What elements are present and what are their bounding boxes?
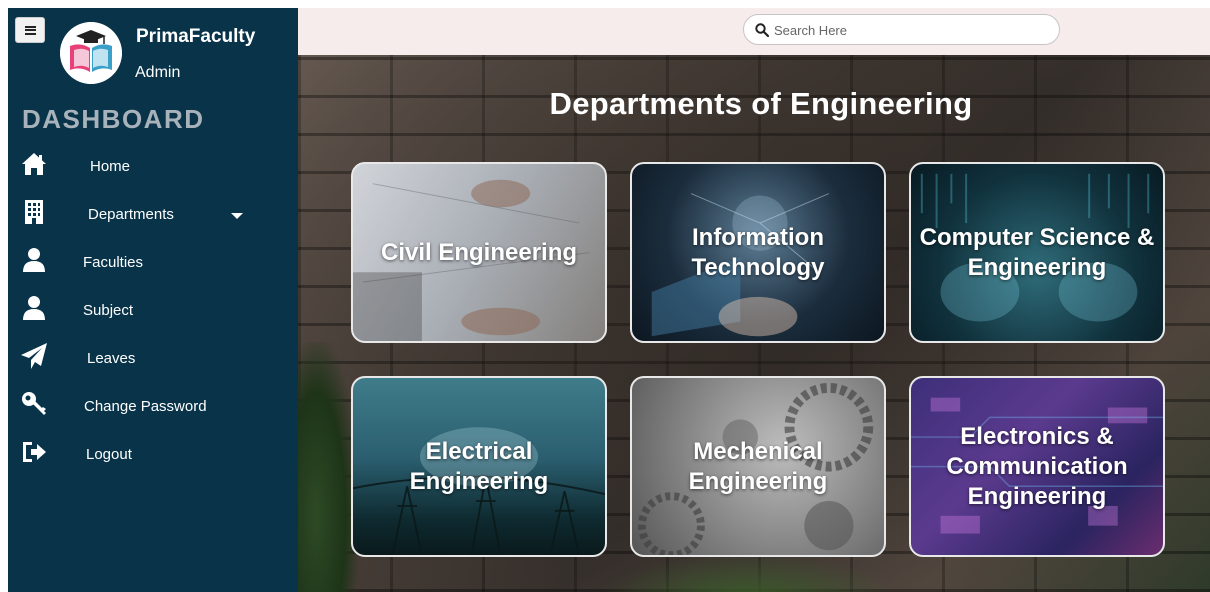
department-card-label: Electrical Engineering xyxy=(409,437,549,495)
department-card-label: Mechenical Engineering xyxy=(688,437,828,495)
sidebar-item-logout[interactable]: Logout xyxy=(8,434,298,478)
search-box[interactable] xyxy=(743,14,1060,45)
top-bar xyxy=(298,8,1210,55)
caret-down-icon xyxy=(231,213,243,219)
paper-plane-icon xyxy=(21,343,47,369)
sidebar-item-label: Departments xyxy=(88,206,174,223)
app-logo xyxy=(60,22,122,84)
sidebar-item-label: Faculties xyxy=(83,254,144,271)
department-card-electronics-communication[interactable]: Electronics & Communication Engineering xyxy=(909,376,1165,557)
department-card-civil[interactable]: Civil Engineering xyxy=(351,162,607,343)
sidebar-item-label: Home xyxy=(90,158,131,175)
department-card-label: Electronics & Communication Engineering xyxy=(946,422,1128,510)
sidebar-item-departments[interactable]: Departments xyxy=(8,194,298,238)
menu-toggle-button[interactable] xyxy=(15,17,45,43)
department-card-label: Information Technology xyxy=(691,223,825,281)
sidebar-item-subject[interactable]: Subject xyxy=(8,290,298,334)
background-foliage xyxy=(598,552,898,592)
home-icon xyxy=(22,153,46,175)
department-card-electrical[interactable]: Electrical Engineering xyxy=(351,376,607,557)
department-card-mechanical[interactable]: Mechenical Engineering xyxy=(630,376,886,557)
page-title: Departments of Engineering xyxy=(549,86,973,121)
sidebar-item-label: Subject xyxy=(83,302,134,319)
department-card-label: Computer Science & Engineering xyxy=(919,223,1155,281)
user-role: Admin xyxy=(135,64,181,81)
main-content: Departments of Engineering Civil Enginee… xyxy=(298,55,1210,592)
user-icon xyxy=(23,248,45,272)
background-foliage xyxy=(298,342,358,592)
department-card-label: Civil Engineering xyxy=(380,238,578,266)
hamburger-icon xyxy=(24,25,36,35)
sign-out-icon xyxy=(23,442,46,462)
department-card-computer-science[interactable]: Computer Science & Engineering xyxy=(909,162,1165,343)
sidebar-item-label: Change Password xyxy=(84,398,207,415)
sidebar-item-label: Logout xyxy=(86,446,132,463)
key-icon xyxy=(22,392,46,415)
sidebar-item-home[interactable]: Home xyxy=(8,146,298,190)
sidebar-item-faculties[interactable]: Faculties xyxy=(8,242,298,286)
building-icon xyxy=(25,200,43,224)
dashboard-heading: DASHBOARD xyxy=(22,104,205,134)
sidebar-item-change-password[interactable]: Change Password xyxy=(8,386,298,430)
search-icon xyxy=(755,23,769,37)
sidebar-item-leaves[interactable]: Leaves xyxy=(8,338,298,382)
search-input[interactable] xyxy=(774,20,1044,40)
brand-name: PrimaFaculty xyxy=(136,26,256,47)
sidebar: PrimaFaculty Admin DASHBOARD Home Depart… xyxy=(8,8,298,592)
user-icon xyxy=(23,296,45,320)
department-card-information-technology[interactable]: Information Technology xyxy=(630,162,886,343)
sidebar-item-label: Leaves xyxy=(87,350,136,367)
